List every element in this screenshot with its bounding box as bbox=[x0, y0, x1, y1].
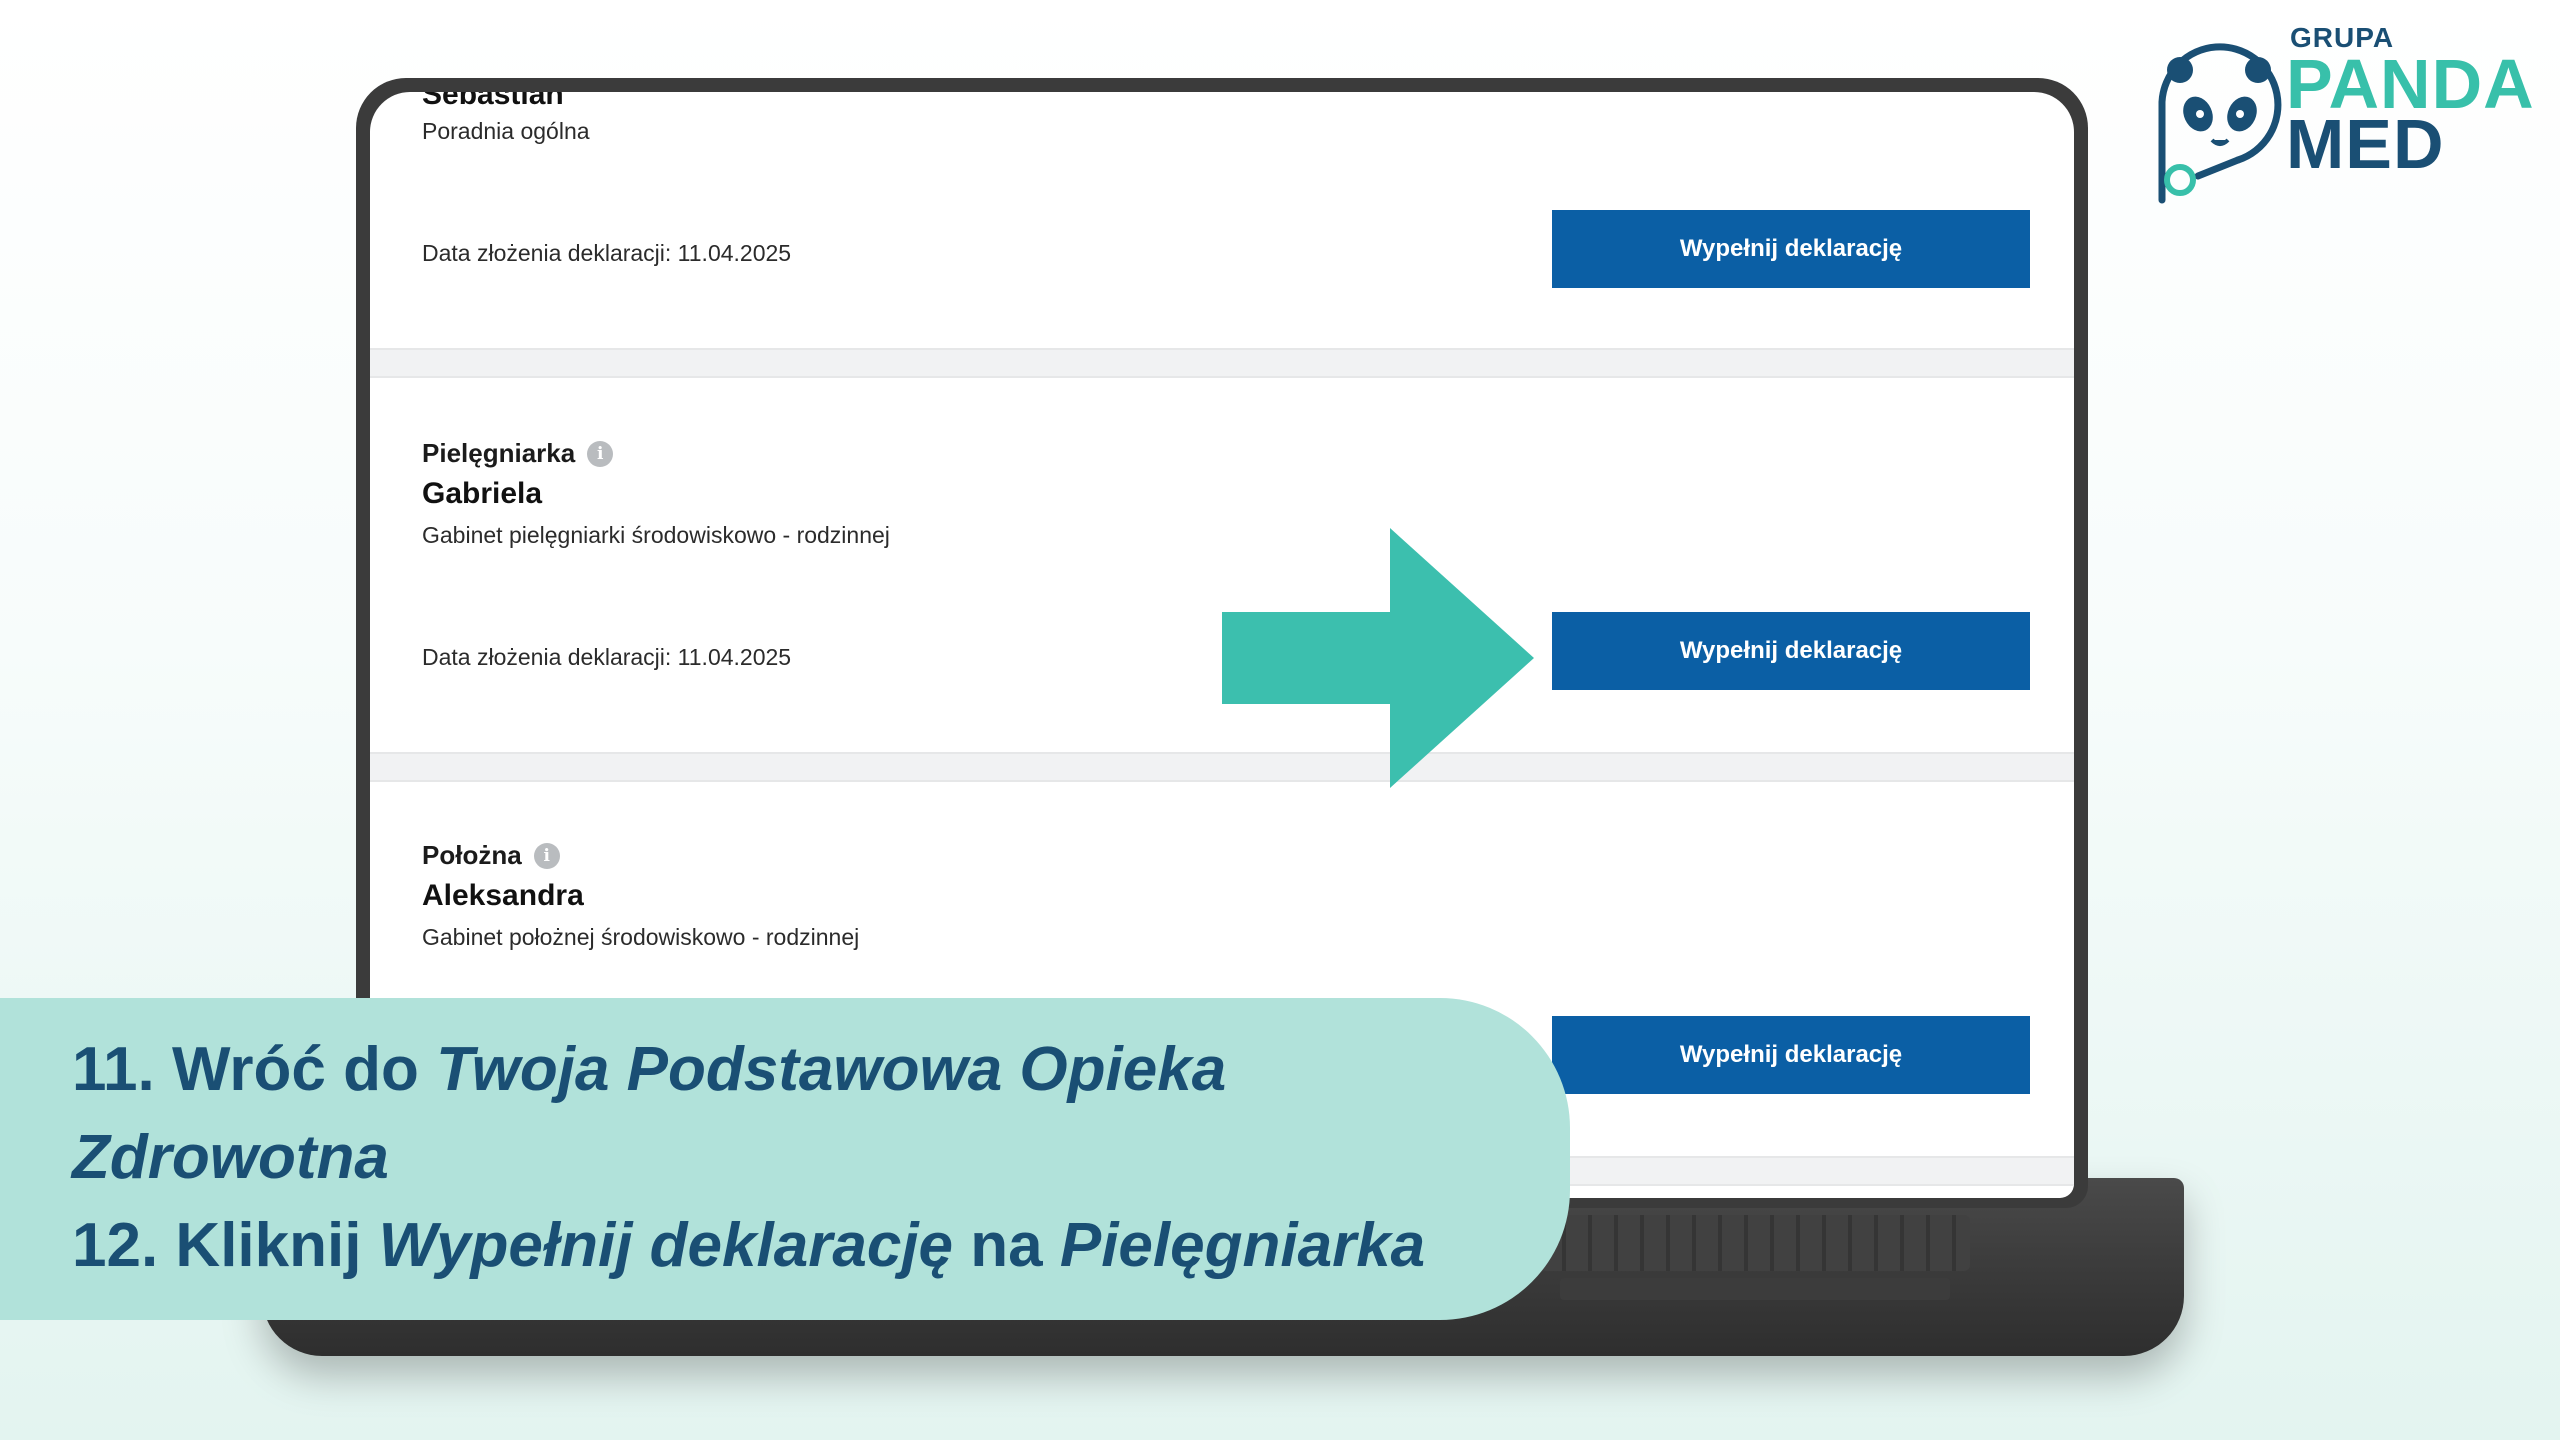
logo-med-text: MED bbox=[2286, 105, 2445, 183]
card-role-label: Położna bbox=[422, 840, 522, 870]
instruction-line: 11. Wróć do Twoja Podstawowa Opieka bbox=[72, 1026, 1425, 1114]
card-name: Sebastian bbox=[422, 92, 564, 111]
instruction-emphasis: Zdrowotna bbox=[72, 1123, 389, 1192]
instruction-emphasis: Pielęgniarka bbox=[1059, 1211, 1426, 1280]
instruction-emphasis: Wypełnij deklarację bbox=[378, 1211, 954, 1280]
grupa-panda-med-logo: GRUPA PANDA MED bbox=[2140, 22, 2540, 212]
laptop-touchpad bbox=[1560, 1278, 1950, 1300]
card-separator bbox=[370, 348, 2074, 378]
instruction-line: 12. Kliknij Wypełnij deklarację na Pielę… bbox=[72, 1202, 1425, 1290]
panda-stethoscope-logo bbox=[2158, 43, 2282, 204]
instruction-line: Zdrowotna bbox=[72, 1114, 1425, 1202]
instruction-step-11: 11. Wróć do bbox=[72, 1035, 437, 1104]
card-date: Data złożenia deklaracji: 11.04.2025 bbox=[422, 240, 792, 266]
instruction-emphasis: Twoja Podstawowa Opieka bbox=[436, 1035, 1227, 1104]
right-arrow-icon bbox=[1222, 528, 1534, 788]
fill-declaration-button[interactable]: Wypełnij deklarację bbox=[1552, 210, 2030, 288]
card-clinic: Gabinet położnej środowiskowo - rodzinne… bbox=[422, 924, 860, 950]
laptop-keyboard bbox=[1540, 1215, 1970, 1271]
instruction-connector: na bbox=[953, 1211, 1060, 1280]
card-name: Gabriela bbox=[422, 477, 543, 510]
fill-declaration-button[interactable]: Wypełnij deklarację bbox=[1552, 612, 2030, 690]
card-date: Data złożenia deklaracji: 11.04.2025 bbox=[422, 644, 792, 670]
fill-declaration-button[interactable]: Wypełnij deklarację bbox=[1552, 1016, 2030, 1094]
info-icon[interactable]: i bbox=[587, 440, 614, 467]
card-clinic: Poradnia ogólna bbox=[422, 118, 590, 144]
instruction-text: 11. Wróć do Twoja Podstawowa Opieka Zdro… bbox=[72, 1026, 1425, 1290]
card-role-label: Pielęgniarka bbox=[422, 438, 576, 468]
info-icon[interactable]: i bbox=[533, 842, 560, 869]
card-role: Położna i bbox=[422, 840, 560, 871]
instruction-caption: 11. Wróć do Twoja Podstawowa Opieka Zdro… bbox=[0, 998, 1570, 1320]
card-clinic: Gabinet pielęgniarki środowiskowo - rodz… bbox=[422, 522, 890, 548]
card-role: Pielęgniarka i bbox=[422, 438, 614, 469]
card-name: Aleksandra bbox=[422, 879, 584, 912]
instruction-step-12: 12. Kliknij bbox=[72, 1211, 379, 1280]
